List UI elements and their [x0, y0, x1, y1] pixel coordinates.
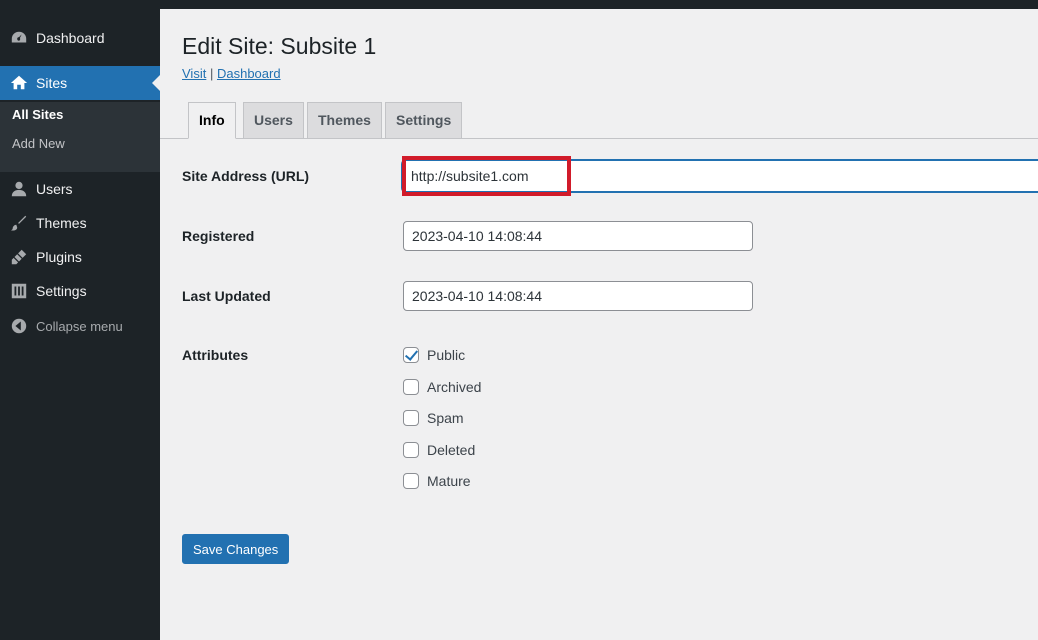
tab-info[interactable]: Info [188, 102, 236, 139]
last-updated-label: Last Updated [182, 288, 271, 304]
menu-label-plugins: Plugins [36, 249, 82, 265]
menu-item-sites[interactable]: Sites [0, 66, 160, 100]
users-icon [9, 179, 29, 199]
registered-input[interactable] [403, 221, 753, 251]
attributes-label: Attributes [182, 347, 249, 363]
checkbox-public-box[interactable] [403, 347, 419, 363]
site-address-input[interactable] [402, 160, 1038, 192]
page-title: Edit Site: Subsite 1 [182, 33, 377, 59]
menu-item-users[interactable]: Users [0, 172, 160, 206]
sites-icon [9, 73, 29, 93]
tab-settings[interactable]: Settings [385, 102, 463, 139]
checkbox-mature-label: Mature [427, 473, 471, 489]
submenu-add-new[interactable]: Add New [12, 136, 65, 151]
checkbox-mature[interactable]: Mature [403, 473, 471, 489]
checkbox-deleted[interactable]: Deleted [403, 442, 475, 458]
checkbox-spam-box[interactable] [403, 410, 419, 426]
link-separator: | [209, 66, 214, 81]
checkbox-public-label: Public [427, 347, 466, 363]
tab-themes[interactable]: Themes [307, 102, 382, 139]
last-updated-input[interactable] [403, 281, 753, 311]
site-links: Visit | Dashboard [182, 66, 281, 81]
menu-label-dashboard: Dashboard [36, 30, 105, 46]
menu-label-users: Users [36, 181, 73, 197]
menu-label-sites: Sites [36, 75, 68, 91]
site-tabs: Info Users Themes Settings [160, 102, 1038, 139]
admin-sidebar: Dashboard Sites All Sites Add New Users … [0, 9, 160, 640]
checkbox-archived-box[interactable] [403, 379, 419, 395]
admin-bar [0, 0, 1038, 9]
sites-submenu: All Sites Add New [0, 102, 160, 172]
menu-item-themes[interactable]: Themes [0, 206, 160, 240]
checkbox-deleted-box[interactable] [403, 442, 419, 458]
tab-users[interactable]: Users [243, 102, 304, 139]
dashboard-link[interactable]: Dashboard [217, 66, 281, 81]
checkbox-archived[interactable]: Archived [403, 379, 481, 395]
checkbox-mature-box[interactable] [403, 473, 419, 489]
checkbox-deleted-label: Deleted [427, 442, 476, 458]
dashboard-icon [9, 28, 29, 48]
collapse-menu-button[interactable]: Collapse menu [0, 309, 160, 343]
main-content: Edit Site: Subsite 1 Visit | Dashboard I… [160, 9, 1038, 640]
site-address-label: Site Address (URL) [182, 168, 310, 184]
menu-item-settings[interactable]: Settings [0, 274, 160, 308]
plugin-icon [9, 247, 29, 267]
menu-label-themes: Themes [36, 215, 87, 231]
checkbox-public[interactable]: Public [403, 347, 465, 363]
checkbox-spam-label: Spam [427, 410, 464, 426]
save-changes-button[interactable]: Save Changes [182, 534, 290, 564]
submenu-all-sites[interactable]: All Sites [12, 107, 63, 122]
menu-label-collapse: Collapse menu [36, 318, 123, 334]
checkbox-archived-label: Archived [427, 379, 482, 395]
menu-item-plugins[interactable]: Plugins [0, 240, 160, 274]
menu-item-dashboard[interactable]: Dashboard [0, 21, 160, 55]
visit-link[interactable]: Visit [182, 66, 206, 81]
brush-icon [9, 213, 29, 233]
menu-label-settings: Settings [36, 283, 87, 299]
registered-label: Registered [182, 228, 255, 244]
collapse-arrow-icon [9, 316, 29, 336]
settings-sliders-icon [9, 281, 29, 301]
checkbox-spam[interactable]: Spam [403, 410, 464, 426]
